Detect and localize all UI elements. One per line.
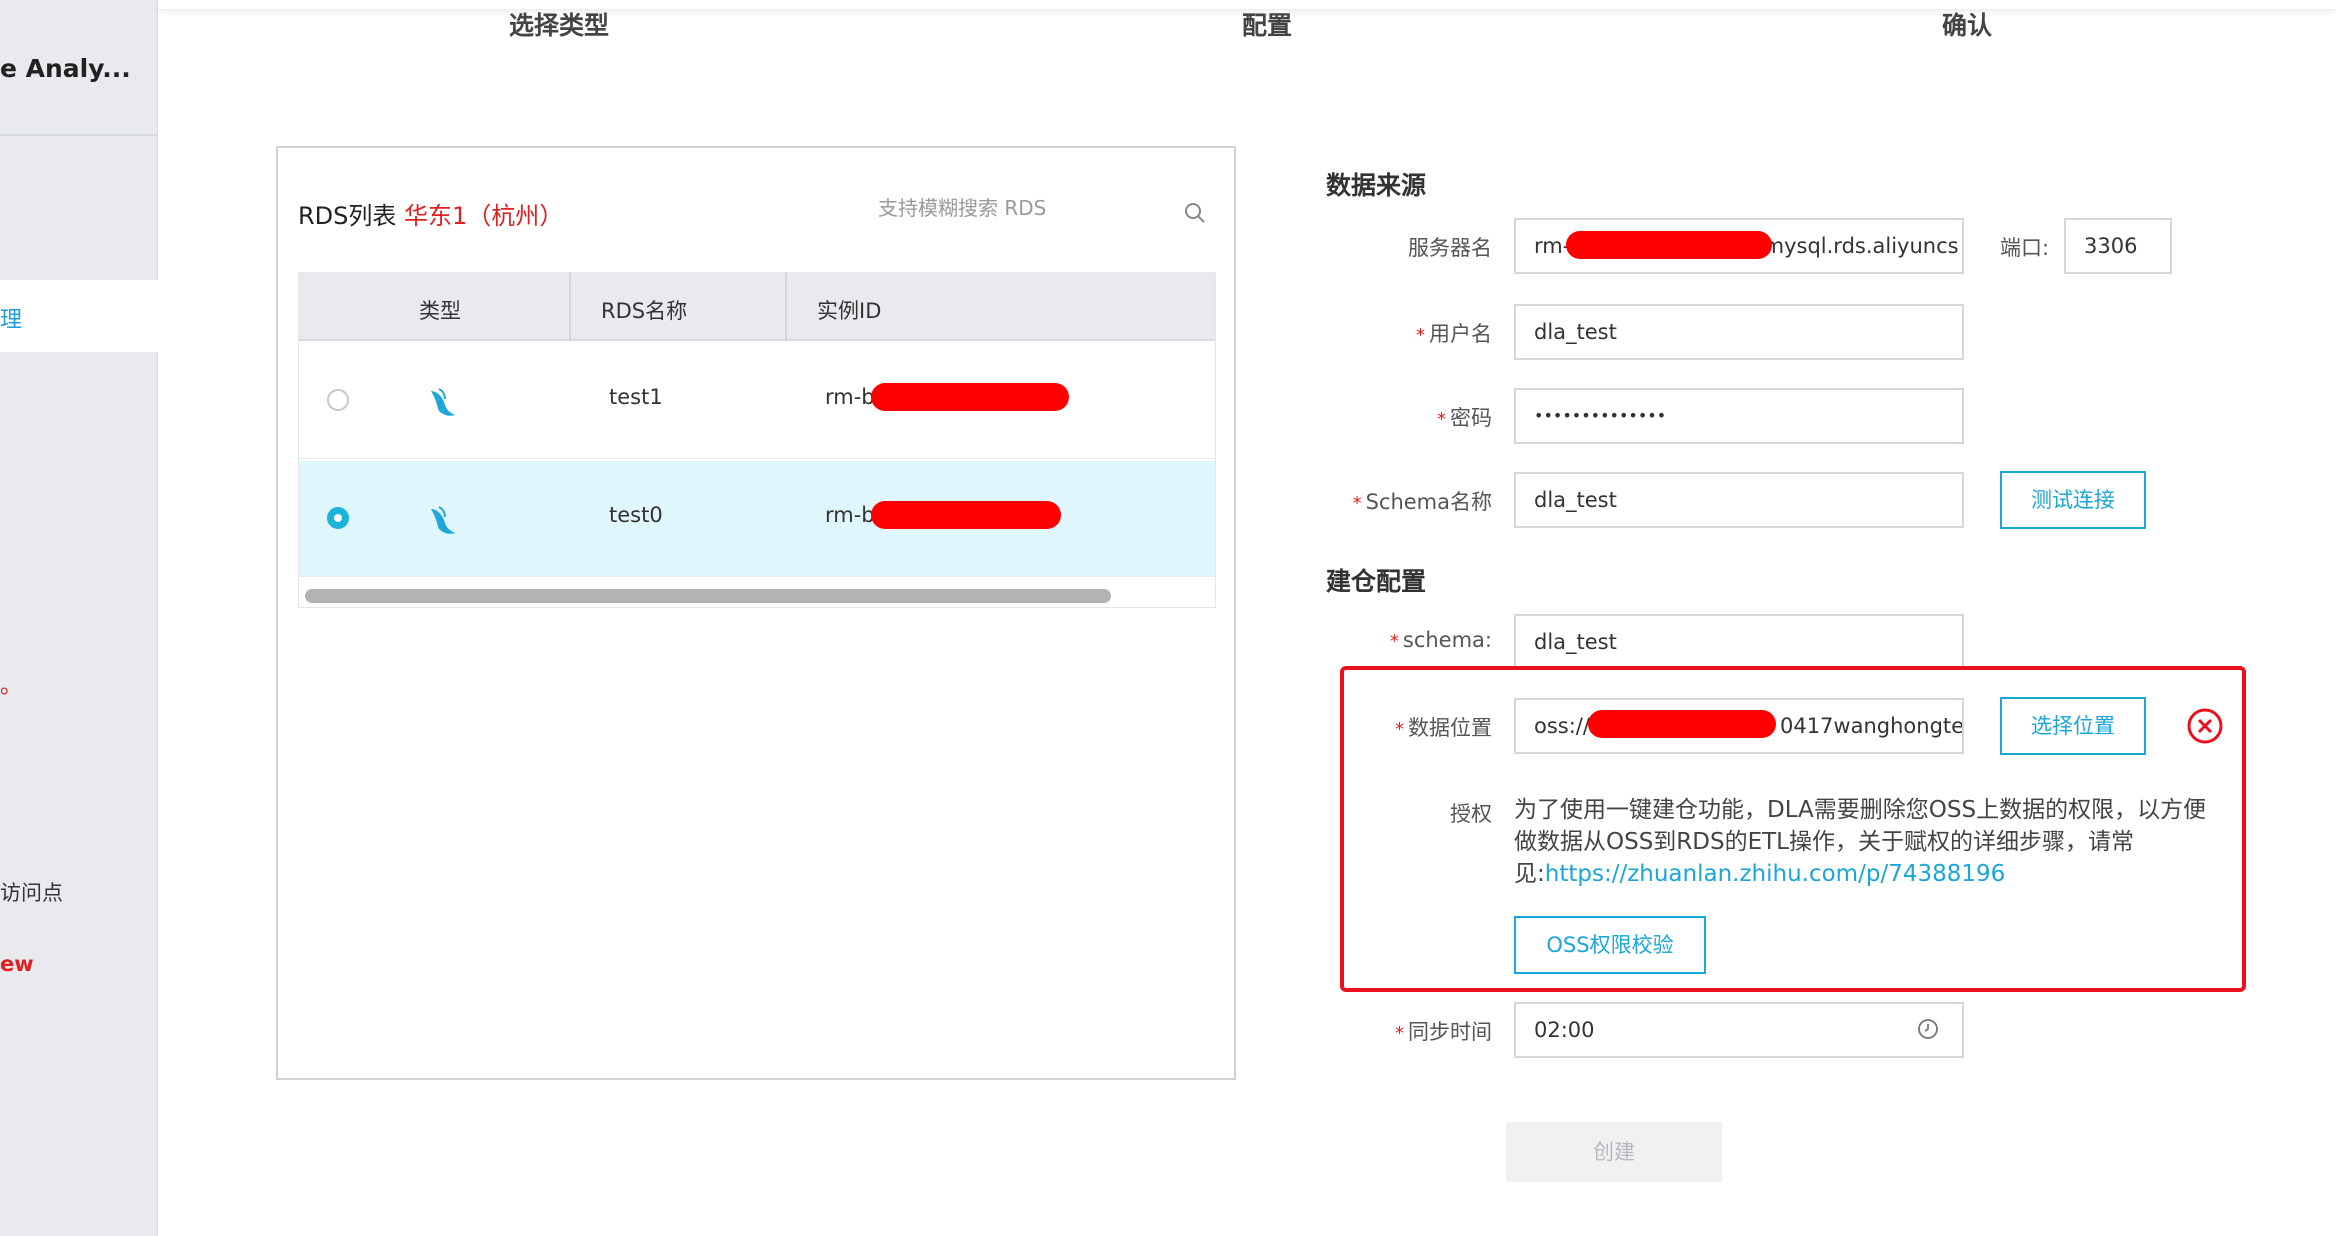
instance-id-prefix: rm-b <box>825 503 875 527</box>
server-label: 服务器名 <box>1408 236 1492 260</box>
sidebar-item-label: 理 <box>0 308 23 333</box>
sidebar-divider <box>0 134 158 136</box>
username-label-text: 用户名 <box>1429 322 1492 346</box>
step-config: 配置 <box>1242 11 1293 40</box>
password-label-text: 密码 <box>1450 406 1492 430</box>
rds-list-title: RDS列表 华东1（杭州） <box>298 196 563 231</box>
oss-permission-check-button[interactable]: OSS权限校验 <box>1514 916 1706 974</box>
rds-list-panel: RDS列表 华东1（杭州） 类型 RDS名称 实例ID test1 rm-bs <box>276 146 1236 1080</box>
table-row[interactable]: test1 rm-bs <box>299 343 1215 459</box>
auth-description: 为了使用一键建仓功能，DLA需要删除您OSS上数据的权限，以方便做数据从OSS到… <box>1514 794 2226 890</box>
redaction-mark <box>871 383 1069 411</box>
redaction-mark <box>1566 231 1772 259</box>
row-radio[interactable] <box>327 389 349 411</box>
create-button[interactable]: 创建 <box>1506 1122 1722 1182</box>
test-connection-button[interactable]: 测试连接 <box>2000 471 2146 529</box>
table-header: 类型 RDS名称 实例ID <box>299 273 1215 341</box>
password-label: * 密码 <box>1437 406 1492 430</box>
col-type: 类型 <box>419 299 461 323</box>
section-warehouse: 建仓配置 <box>1326 567 1427 596</box>
schema-name-label: * Schema名称 <box>1352 490 1492 514</box>
port-label: 端口: <box>2000 236 2050 260</box>
rds-name: test1 <box>609 385 663 409</box>
sidebar-red-mark: 。 <box>0 674 23 699</box>
rds-mysql-icon <box>431 388 455 416</box>
rds-mysql-icon <box>431 506 455 534</box>
schema-name-field[interactable]: dla_test <box>1514 472 1964 528</box>
location-label-text: 数据位置 <box>1408 716 1492 740</box>
redaction-mark <box>1588 710 1776 738</box>
sidebar-item-active[interactable]: 理 <box>0 280 158 352</box>
step-confirm: 确认 <box>1942 11 1993 40</box>
rds-search-input[interactable] <box>878 196 1148 220</box>
location-prefix: oss:// <box>1534 714 1590 738</box>
server-suffix: mysql.rds.aliyuncs <box>1763 234 1959 258</box>
rds-table: 类型 RDS名称 实例ID test1 rm-bs test0 <box>298 272 1216 608</box>
schema-label: * schema: <box>1389 628 1492 652</box>
sidebar-item-new[interactable]: ew <box>0 952 34 976</box>
rds-search <box>878 196 1208 230</box>
schema-label-text: schema: <box>1402 628 1492 652</box>
password-field[interactable]: •••••••••••••• <box>1514 388 1964 444</box>
col-instance-id: 实例ID <box>817 299 882 323</box>
schema-name-label-text: Schema名称 <box>1365 490 1492 514</box>
section-data-source: 数据来源 <box>1326 171 1427 200</box>
auth-label: 授权 <box>1450 802 1492 826</box>
column-separator <box>569 273 571 341</box>
sync-time-field[interactable]: 02:00 <box>1514 1002 1964 1058</box>
step-select-type: 选择类型 <box>509 11 610 40</box>
table-row-selected[interactable]: test0 rm-b2 <box>299 461 1215 577</box>
rds-title-text: RDS列表 <box>298 202 397 230</box>
horizontal-scrollbar[interactable] <box>305 589 1111 603</box>
redaction-mark <box>871 501 1061 529</box>
rds-name: test0 <box>609 503 663 527</box>
clock-icon[interactable] <box>1916 1017 1940 1041</box>
sync-time-label-text: 同步时间 <box>1408 1020 1492 1044</box>
row-radio-checked[interactable] <box>327 507 349 529</box>
port-field[interactable]: 3306 <box>2064 218 2172 274</box>
sync-time-label: * 同步时间 <box>1395 1020 1492 1044</box>
choose-location-button[interactable]: 选择位置 <box>2000 697 2146 755</box>
location-label: * 数据位置 <box>1395 716 1492 740</box>
search-icon[interactable] <box>1182 200 1208 226</box>
rds-region: 华东1（杭州） <box>404 202 564 230</box>
auth-help-link[interactable]: https://zhuanlan.zhihu.com/p/74388196 <box>1545 861 2006 887</box>
sidebar: e Analy... 理 。 访问点 ew <box>0 0 158 1236</box>
sidebar-title: e Analy... <box>0 54 131 83</box>
close-circle-icon[interactable] <box>2186 707 2224 745</box>
column-separator <box>785 273 787 341</box>
col-rds-name: RDS名称 <box>601 299 688 323</box>
sidebar-item-access-point[interactable]: 访问点 <box>0 877 63 907</box>
instance-id-prefix: rm-b <box>825 385 875 409</box>
username-field[interactable]: dla_test <box>1514 304 1964 360</box>
username-label: * 用户名 <box>1416 322 1492 346</box>
schema-field[interactable]: dla_test <box>1514 614 1964 670</box>
location-suffix: 0417wanghongte <box>1779 714 1964 738</box>
